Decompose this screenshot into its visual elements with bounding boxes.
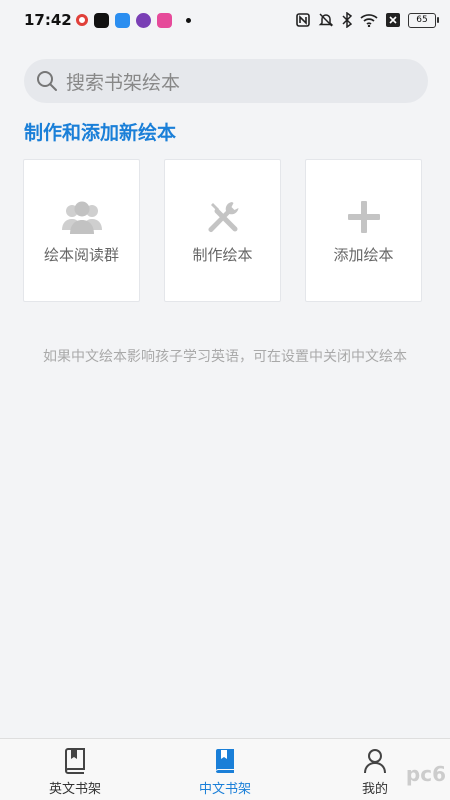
cloud-app-icon bbox=[115, 12, 130, 28]
search-icon bbox=[37, 71, 57, 91]
system-status: 65 bbox=[296, 12, 439, 28]
bluetooth-icon bbox=[342, 12, 352, 28]
card-add-book[interactable]: 添加绘本 bbox=[305, 159, 422, 302]
card-label: 绘本阅读群 bbox=[43, 246, 119, 264]
tools-icon bbox=[208, 202, 238, 232]
tab-english-shelf[interactable]: 英文书架 bbox=[0, 739, 150, 800]
tab-chinese-shelf[interactable]: 中文书架 bbox=[150, 739, 300, 800]
mute-icon bbox=[318, 13, 334, 27]
group-icon bbox=[61, 201, 102, 234]
search-bar[interactable]: 搜索书架绘本 bbox=[24, 59, 428, 103]
card-label: 制作绘本 bbox=[192, 246, 253, 264]
watermark-logo: pc6 bbox=[405, 762, 446, 786]
tab-label: 中文书架 bbox=[198, 782, 251, 797]
chinese-book-hint: 如果中文绘本影响孩子学习英语，可在设置中关闭中文绘本 bbox=[43, 349, 407, 365]
status-time: 17:42 bbox=[24, 11, 72, 29]
search-placeholder: 搜索书架绘本 bbox=[66, 71, 181, 94]
section-title: 制作和添加新绘本 bbox=[24, 122, 177, 144]
tab-label: 我的 bbox=[361, 782, 388, 797]
tab-label: 英文书架 bbox=[48, 782, 101, 797]
person-icon bbox=[364, 749, 386, 774]
podcast-app-icon bbox=[136, 12, 151, 28]
map-pin-app-icon bbox=[76, 14, 88, 26]
bottom-tab-bar: 英文书架 中文书架 我的 pc6 bbox=[0, 738, 450, 800]
status-bar: 17:42 65 bbox=[0, 0, 450, 40]
plus-icon bbox=[347, 201, 380, 233]
tiktok-app-icon bbox=[94, 12, 109, 28]
music-app-icon bbox=[157, 12, 172, 28]
card-reading-group[interactable]: 绘本阅读群 bbox=[23, 159, 140, 302]
book-icon bbox=[65, 748, 85, 774]
more-notifications-dot bbox=[186, 17, 191, 23]
battery-indicator: 65 bbox=[408, 12, 439, 28]
notification-icons bbox=[76, 12, 191, 28]
no-sim-icon bbox=[386, 13, 400, 27]
card-make-book[interactable]: 制作绘本 bbox=[164, 159, 281, 302]
wifi-icon bbox=[360, 14, 378, 27]
book-icon bbox=[216, 749, 234, 773]
nfc-icon bbox=[296, 13, 310, 27]
card-label: 添加绘本 bbox=[333, 246, 394, 264]
